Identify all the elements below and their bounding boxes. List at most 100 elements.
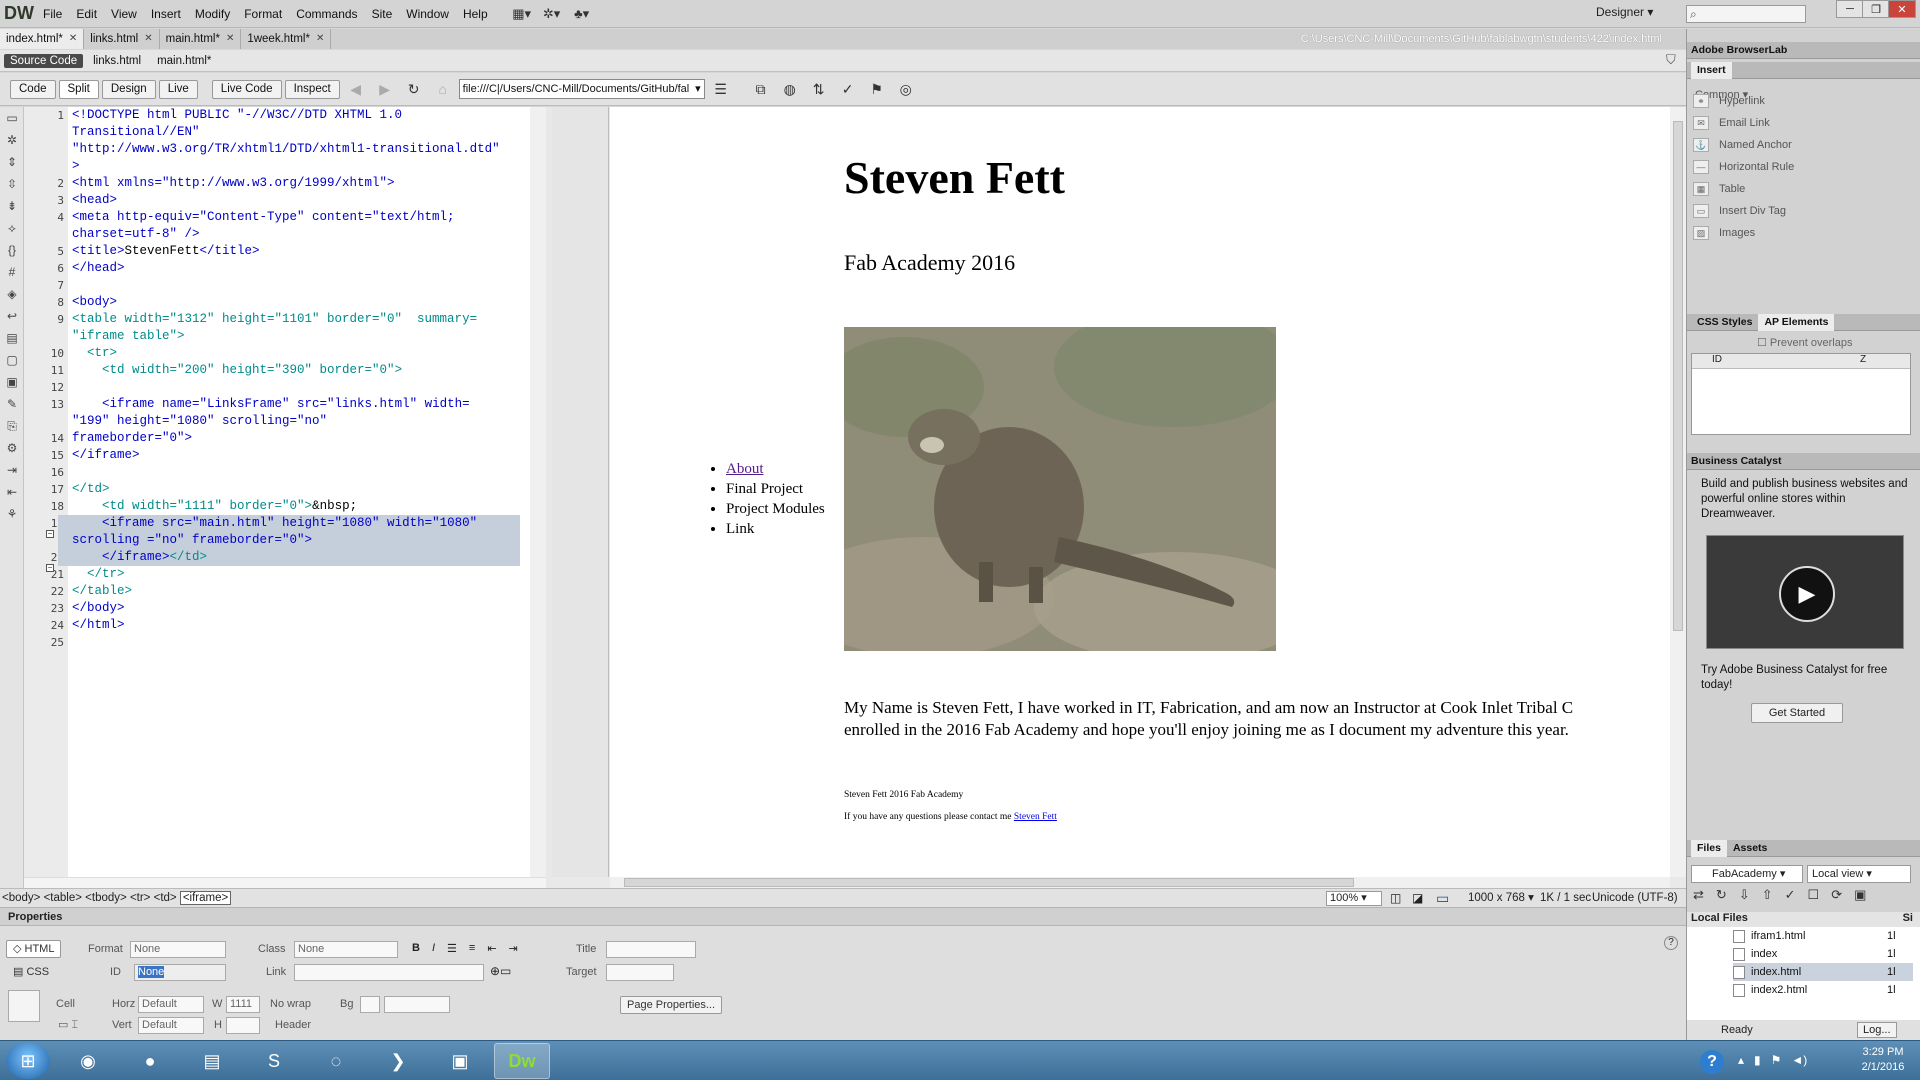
close-tab-icon[interactable]: ✕: [144, 29, 152, 49]
tag-crumb[interactable]: <tr>: [130, 892, 150, 904]
menu-format[interactable]: Format: [237, 0, 289, 28]
code-line[interactable]: </tr>: [72, 566, 125, 583]
menu-file[interactable]: File: [36, 0, 69, 28]
collapse-selection-icon[interactable]: ⇳: [0, 173, 24, 195]
code-line[interactable]: <title>StevenFett</title>: [72, 243, 260, 260]
volume-icon[interactable]: ◄): [1791, 1053, 1807, 1067]
code-line[interactable]: <body>: [72, 294, 117, 311]
code-line[interactable]: Transitional//EN": [72, 124, 200, 141]
menu-insert[interactable]: Insert: [144, 0, 188, 28]
connect-icon[interactable]: ⇄: [1693, 887, 1704, 903]
width-field[interactable]: 1111: [226, 996, 260, 1013]
insert-item[interactable]: ⚓ Named Anchor: [1693, 138, 1792, 152]
code-line[interactable]: </html>: [72, 617, 125, 634]
remote-desktop-icon[interactable]: ▣: [432, 1043, 488, 1079]
network-tray-icon[interactable]: ▮: [1754, 1053, 1761, 1067]
code-line[interactable]: <iframe name="LinksFrame" src="links.htm…: [72, 396, 470, 413]
code-collapse-icon[interactable]: −: [46, 530, 54, 538]
collapse-tag-icon[interactable]: ⇕: [0, 151, 24, 173]
tag-crumb-current[interactable]: <iframe>: [179, 891, 232, 905]
indent-text-icon[interactable]: ⇥: [509, 942, 518, 955]
check-in-icon[interactable]: ☐: [1808, 887, 1820, 903]
code-line[interactable]: </table>: [72, 583, 132, 600]
code-line[interactable]: frameborder="0">: [72, 430, 192, 447]
point-to-file-icon[interactable]: ⊕▭: [490, 964, 511, 978]
live-vertical-scrollbar[interactable]: [1670, 107, 1686, 877]
desktop-size-icon[interactable]: ▭: [1436, 889, 1449, 907]
assets-tab[interactable]: Assets: [1727, 840, 1773, 857]
check-out-icon[interactable]: ✓: [1785, 887, 1796, 903]
select-parent-tag-icon[interactable]: ⟡: [0, 217, 24, 239]
nav-link-about[interactable]: About: [726, 461, 764, 477]
highlight-invalid-icon[interactable]: ◈: [0, 283, 24, 305]
preview-browser-icon[interactable]: ◍: [777, 79, 803, 99]
refresh-icon[interactable]: ↻: [401, 79, 427, 99]
syntax-coloring-icon[interactable]: ▤: [0, 327, 24, 349]
merge-cells-icon[interactable]: ▭ ⌶: [58, 1018, 78, 1032]
clock[interactable]: 3:29 PM 2/1/2016: [1852, 1045, 1914, 1075]
related-file[interactable]: links.html: [87, 54, 147, 68]
close-tab-icon[interactable]: ✕: [69, 29, 77, 49]
multiscreen-icon[interactable]: ⧉: [748, 79, 774, 99]
design-view-button[interactable]: Design: [101, 79, 156, 99]
sync-icon[interactable]: ⟳: [1831, 887, 1842, 903]
footer-contact-link[interactable]: Steven Fett: [1014, 812, 1057, 822]
balance-braces-icon[interactable]: {}: [0, 239, 24, 261]
code-line[interactable]: </td>: [72, 481, 110, 498]
business-catalyst-header[interactable]: Business Catalyst: [1687, 453, 1920, 470]
code-line[interactable]: <table width="1312" height="1101" border…: [72, 311, 477, 328]
get-files-icon[interactable]: ⇩: [1739, 887, 1750, 903]
file-management-icon[interactable]: ⇅: [806, 79, 832, 99]
page-properties-button[interactable]: Page Properties...: [620, 996, 723, 1014]
code-line[interactable]: <head>: [72, 192, 117, 209]
nav-link-item[interactable]: Link: [726, 519, 825, 539]
tray-chevron-icon[interactable]: ▴: [1738, 1053, 1744, 1067]
code-line[interactable]: <html xmlns="http://www.w3.org/1999/xhtm…: [72, 175, 395, 192]
code-line[interactable]: "http://www.w3.org/TR/xhtml1/DTD/xhtml1-…: [72, 141, 500, 158]
tag-crumb[interactable]: <tbody>: [85, 892, 127, 904]
filter-icon[interactable]: ⛉: [1666, 52, 1676, 68]
code-view-button[interactable]: Code: [10, 79, 56, 99]
code-line[interactable]: <td width="1111" border="0">&nbsp;: [72, 498, 357, 515]
site-select[interactable]: FabAcademy ▾: [1691, 865, 1803, 883]
tag-crumb[interactable]: <td>: [154, 892, 177, 904]
nav-link-item[interactable]: Project Modules: [726, 499, 825, 519]
vert-select[interactable]: Default: [138, 1017, 204, 1034]
powershell-icon[interactable]: ❯: [370, 1043, 426, 1079]
code-horizontal-scrollbar[interactable]: [24, 877, 546, 888]
bc-video[interactable]: ▶: [1706, 535, 1904, 649]
firefox-icon[interactable]: ●: [122, 1043, 178, 1079]
code-line[interactable]: </head>: [72, 260, 125, 277]
related-file[interactable]: Source Code: [4, 53, 84, 68]
code-vertical-scrollbar[interactable]: [530, 107, 546, 877]
nav-link-item[interactable]: Final Project: [726, 479, 825, 499]
show-code-navigator-icon[interactable]: ✲: [0, 129, 24, 151]
network-icon[interactable]: ◌: [308, 1043, 364, 1079]
close-tab-icon[interactable]: ✕: [226, 29, 234, 49]
html-mode-button[interactable]: ◇ HTML: [6, 940, 62, 958]
put-files-icon[interactable]: ⇧: [1762, 887, 1773, 903]
menu-commands[interactable]: Commands: [289, 0, 364, 28]
w3c-validation-icon[interactable]: ✓: [835, 79, 861, 99]
format-source-icon[interactable]: ⚘: [0, 503, 24, 525]
ap-elements-tab[interactable]: AP Elements: [1758, 314, 1835, 331]
live-vscroll-thumb[interactable]: [1673, 121, 1683, 631]
help-icon[interactable]: ?: [1664, 936, 1678, 950]
check-browser-icon[interactable]: ⚑: [864, 79, 890, 99]
code-line[interactable]: </body>: [72, 600, 125, 617]
recent-snippets-icon[interactable]: ⎘: [0, 415, 24, 437]
code-line[interactable]: "iframe table">: [72, 328, 185, 345]
id-select[interactable]: None: [134, 964, 226, 981]
word-wrap-icon[interactable]: ↩: [0, 305, 24, 327]
ordered-list-icon[interactable]: ≡: [469, 942, 475, 955]
live-hscroll-thumb[interactable]: [624, 878, 1354, 887]
forward-icon[interactable]: ▶: [372, 79, 398, 99]
target-select[interactable]: [606, 964, 674, 981]
chrome-icon[interactable]: ◉: [60, 1043, 116, 1079]
menu-edit[interactable]: Edit: [69, 0, 104, 28]
code-line[interactable]: <meta http-equiv="Content-Type" content=…: [72, 209, 455, 226]
outdent-icon[interactable]: ⇤: [0, 481, 24, 503]
live-horizontal-scrollbar[interactable]: [610, 877, 1670, 888]
remove-comment-icon[interactable]: ▣: [0, 371, 24, 393]
italic-icon[interactable]: I: [432, 942, 435, 955]
